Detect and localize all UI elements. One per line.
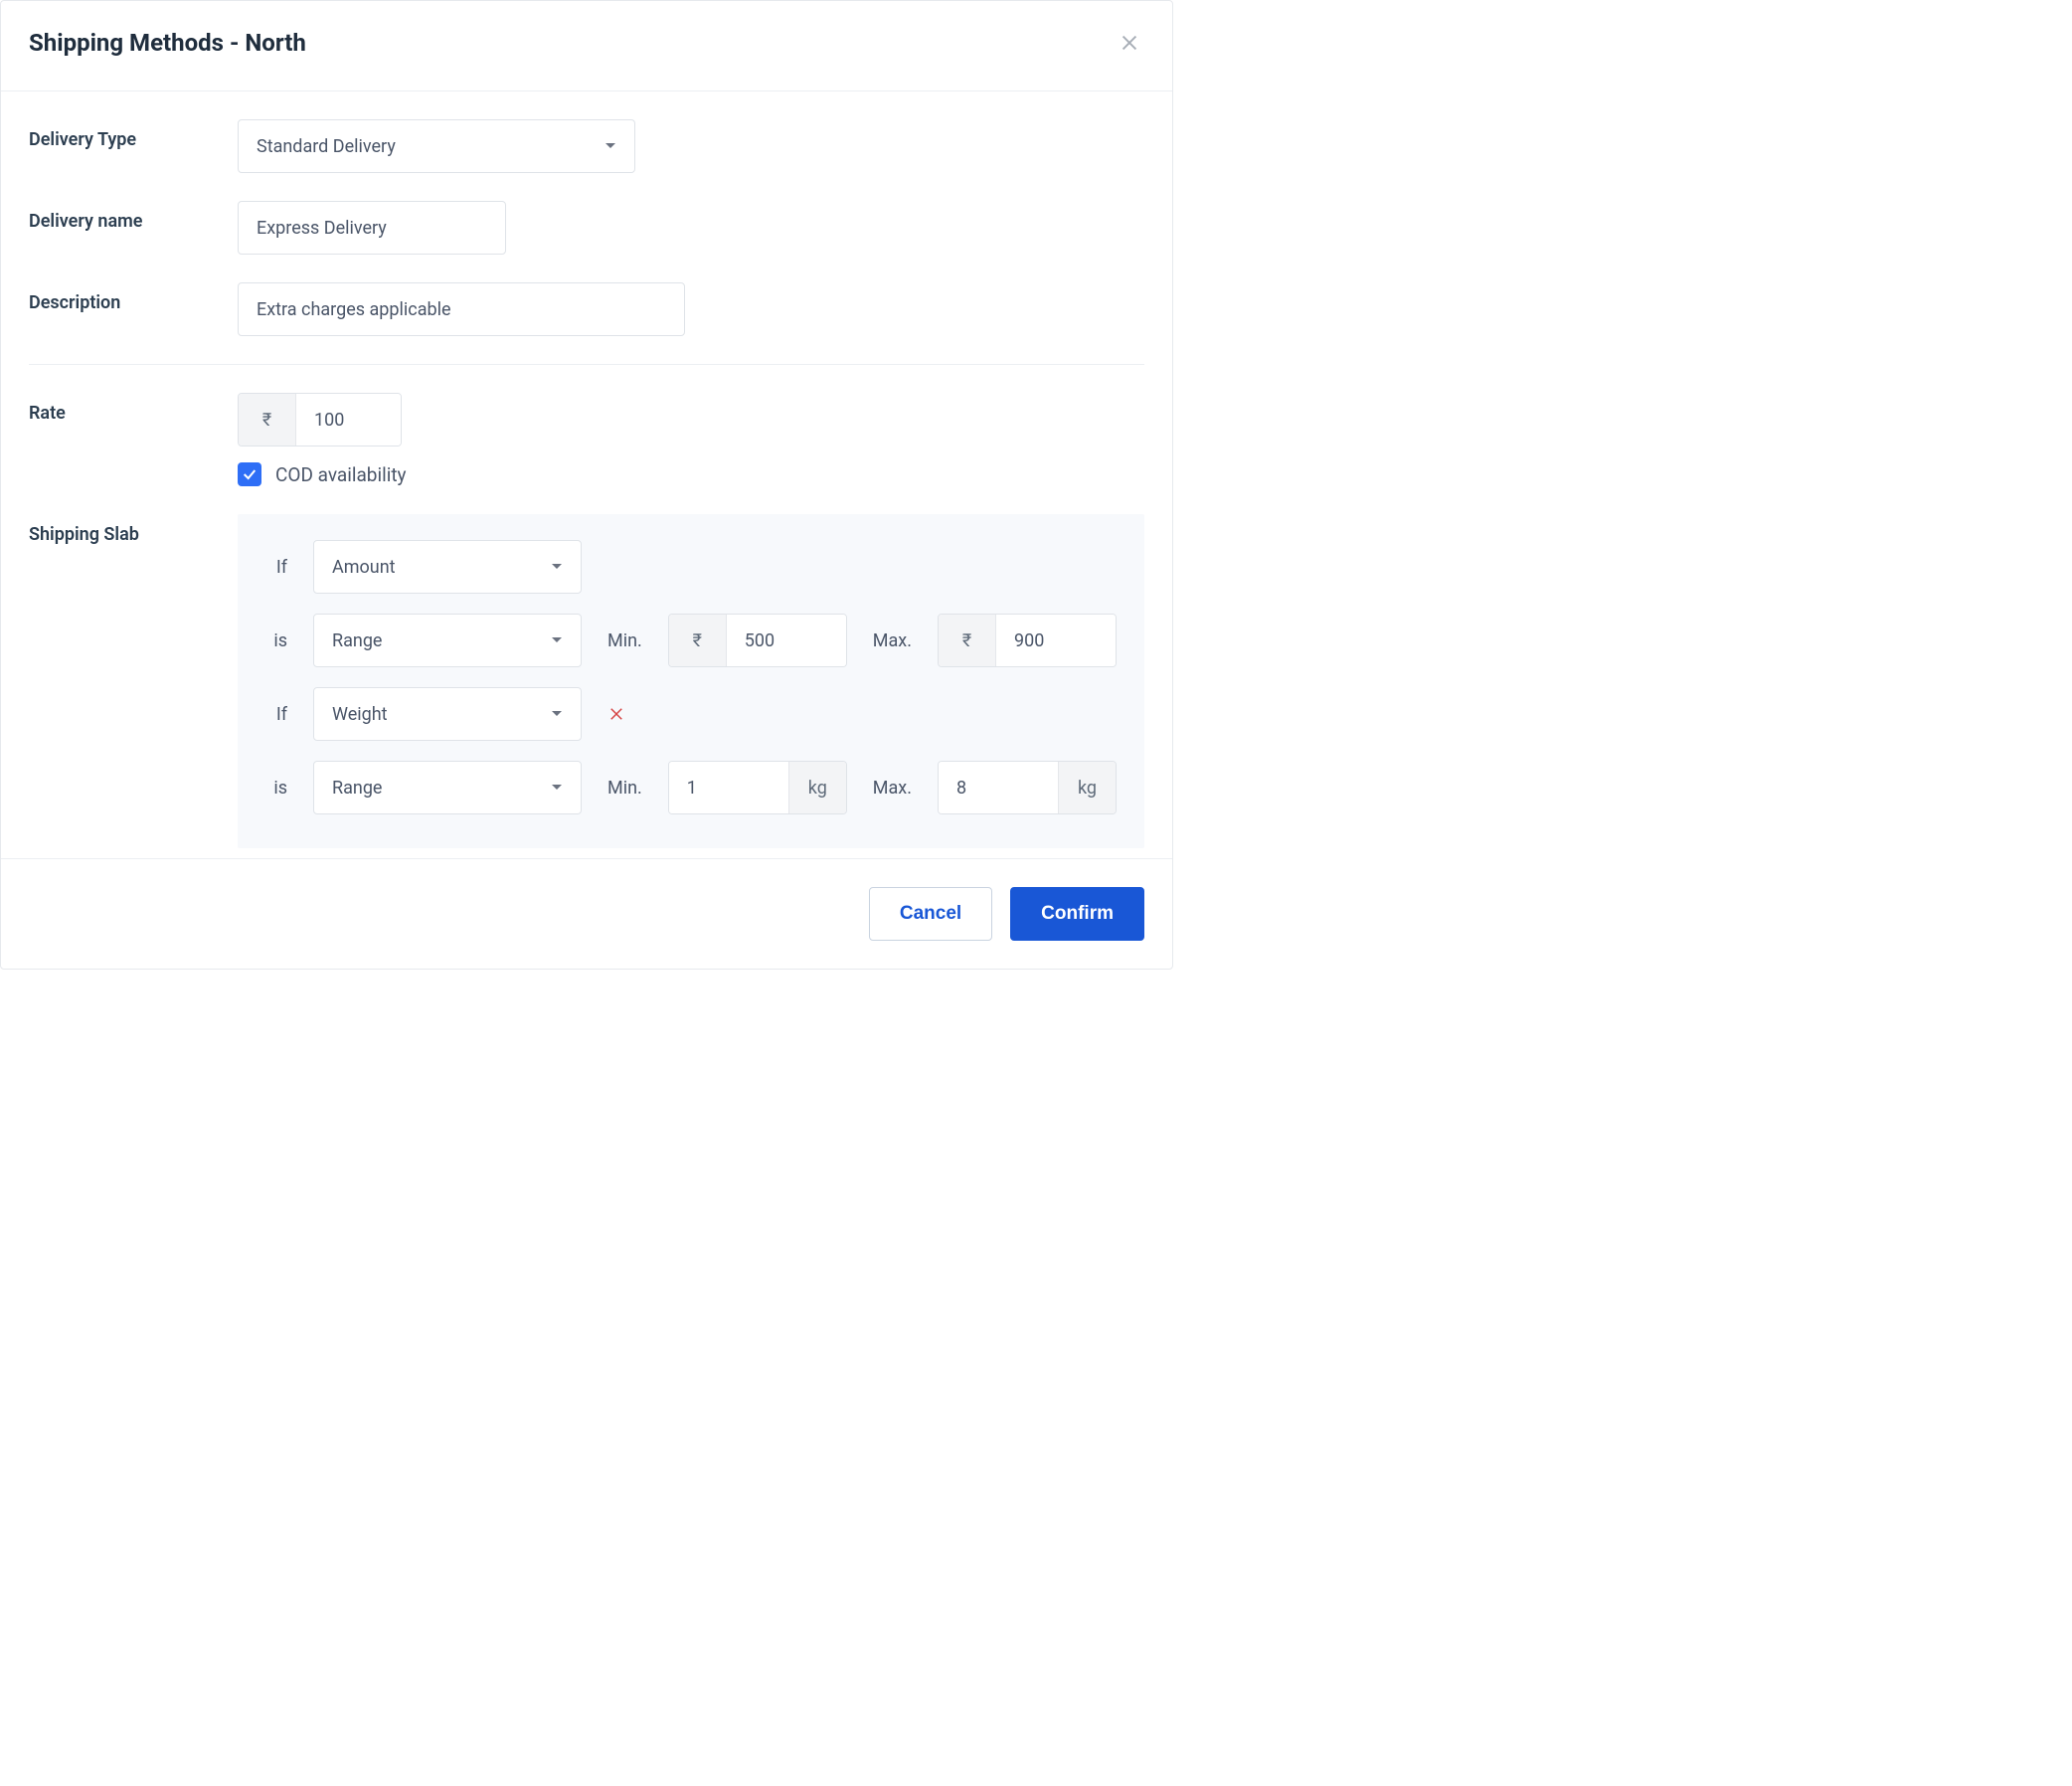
rate-row: Rate ₹ COD availability — [29, 393, 1144, 486]
slab-metric-value-2: Weight — [332, 704, 388, 725]
shipping-slab-panel: If Amount is Range Min. — [238, 514, 1144, 848]
section-divider — [29, 364, 1144, 365]
slab-operator-select-2[interactable]: Range — [313, 761, 582, 814]
slab-min-group-2: kg — [668, 761, 847, 814]
shipping-methods-modal: Shipping Methods - North Delivery Type S… — [0, 0, 1173, 970]
description-label: Description — [29, 282, 238, 313]
modal-body: Delivery Type Standard Delivery Delivery… — [1, 91, 1172, 858]
delivery-name-label: Delivery name — [29, 201, 238, 232]
if-label: If — [263, 557, 287, 578]
if-label: If — [263, 704, 287, 725]
slab-max-input-1[interactable] — [996, 615, 1116, 666]
slab-condition-1-is: is Range Min. ₹ Max. ₹ — [263, 614, 1119, 667]
slab-condition-2-if: If Weight — [263, 687, 1119, 741]
slab-operator-select-1[interactable]: Range — [313, 614, 582, 667]
is-label: is — [263, 630, 287, 651]
rate-label: Rate — [29, 393, 238, 424]
min-label: Min. — [607, 778, 642, 799]
delivery-type-select[interactable]: Standard Delivery — [238, 119, 635, 173]
confirm-button[interactable]: Confirm — [1010, 887, 1144, 941]
cod-checkbox-label: COD availability — [275, 463, 407, 486]
modal-footer: Cancel Confirm — [1, 858, 1172, 969]
delivery-name-row: Delivery name — [29, 201, 1144, 255]
caret-down-icon — [604, 142, 616, 150]
currency-addon: ₹ — [939, 615, 996, 666]
caret-down-icon — [551, 784, 563, 792]
unit-addon: kg — [1058, 762, 1116, 813]
slab-min-input-2[interactable] — [669, 762, 788, 813]
delivery-type-value: Standard Delivery — [257, 136, 396, 157]
rate-input-group: ₹ — [238, 393, 402, 446]
slab-operator-value-2: Range — [332, 778, 382, 799]
slab-max-input-2[interactable] — [939, 762, 1058, 813]
cod-checkbox-row: COD availability — [238, 462, 1144, 486]
delivery-type-row: Delivery Type Standard Delivery — [29, 119, 1144, 173]
slab-max-group-1: ₹ — [938, 614, 1117, 667]
slab-min-input-1[interactable] — [727, 615, 846, 666]
rate-input[interactable] — [296, 394, 401, 446]
modal-title: Shipping Methods - North — [29, 29, 306, 57]
description-row: Description — [29, 282, 1144, 336]
currency-addon: ₹ — [669, 615, 727, 666]
unit-addon: kg — [788, 762, 846, 813]
description-input[interactable] — [238, 282, 685, 336]
slab-metric-value-1: Amount — [332, 557, 396, 578]
close-icon[interactable] — [1119, 32, 1140, 54]
slab-condition-1-if: If Amount — [263, 540, 1119, 594]
delivery-type-label: Delivery Type — [29, 119, 238, 150]
slab-max-group-2: kg — [938, 761, 1117, 814]
slab-operator-value-1: Range — [332, 630, 382, 651]
caret-down-icon — [551, 636, 563, 644]
shipping-slab-label: Shipping Slab — [29, 514, 238, 545]
slab-metric-select-2[interactable]: Weight — [313, 687, 582, 741]
cancel-button[interactable]: Cancel — [869, 887, 992, 941]
rate-currency-addon: ₹ — [239, 394, 296, 446]
shipping-slab-row: Shipping Slab If Amount is Range — [29, 514, 1144, 848]
remove-condition-icon[interactable] — [607, 705, 625, 723]
max-label: Max. — [873, 630, 912, 651]
cod-checkbox[interactable] — [238, 462, 261, 486]
caret-down-icon — [551, 710, 563, 718]
slab-metric-select-1[interactable]: Amount — [313, 540, 582, 594]
modal-header: Shipping Methods - North — [1, 1, 1172, 91]
min-label: Min. — [607, 630, 642, 651]
slab-min-group-1: ₹ — [668, 614, 847, 667]
is-label: is — [263, 778, 287, 799]
max-label: Max. — [873, 778, 912, 799]
caret-down-icon — [551, 563, 563, 571]
delivery-name-input[interactable] — [238, 201, 506, 255]
slab-condition-2-is: is Range Min. kg Max. kg — [263, 761, 1119, 814]
